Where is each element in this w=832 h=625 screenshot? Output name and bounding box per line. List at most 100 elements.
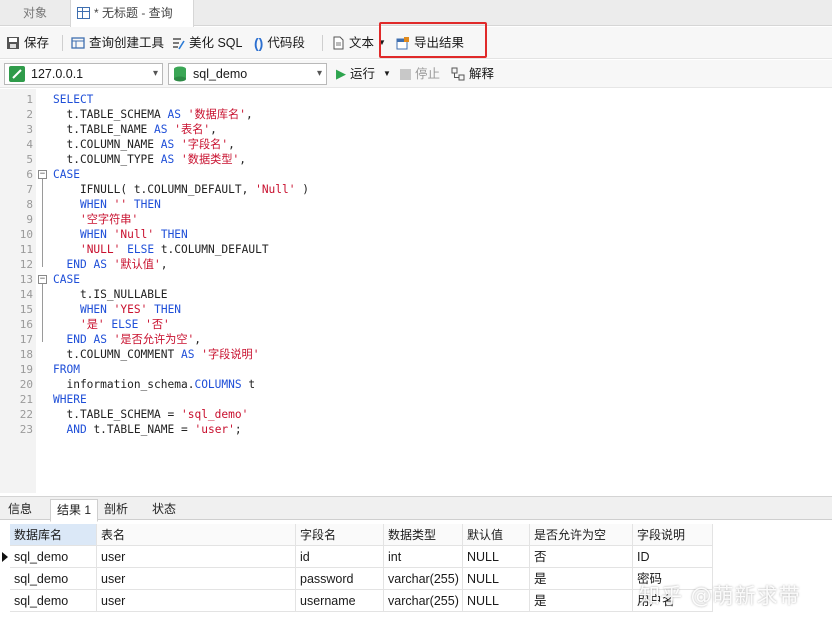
tab-info[interactable]: 信息 <box>2 499 38 521</box>
code-text: WHEN '' THEN <box>53 197 161 212</box>
sql-string: 'YES' <box>113 303 148 316</box>
table-cell[interactable]: password <box>296 568 384 590</box>
line-number: 12 <box>19 258 33 271</box>
sql-keyword: WHEN <box>79 303 107 316</box>
tab-objects[interactable]: 对象 <box>0 0 70 26</box>
connection-select[interactable]: 127.0.0.1 ▾ <box>4 63 163 85</box>
line-number: 3 <box>26 123 33 136</box>
stop-button[interactable]: 停止 <box>400 60 440 88</box>
table-cell[interactable]: varchar(255) <box>384 590 463 612</box>
table-cell[interactable]: sql_demo <box>10 590 97 612</box>
sql-string: '字段名' <box>181 138 229 151</box>
save-icon <box>7 37 19 49</box>
table-cell[interactable]: NULL <box>463 568 530 590</box>
header-row: 数据库名 表名 字段名 数据类型 默认值 是否允许为空 字段说明 <box>0 524 832 546</box>
table-cell[interactable]: id <box>296 546 384 568</box>
table-cell[interactable]: varchar(255) <box>384 568 463 590</box>
tab-status[interactable]: 状态 <box>146 499 182 521</box>
run-button[interactable]: ▶ 运行 ▼ <box>336 60 391 88</box>
line-number: 1 <box>26 93 33 106</box>
table-row[interactable]: sql_demo user id int NULL 否 ID <box>0 546 832 568</box>
sql-keyword: END <box>66 258 87 271</box>
table-cell[interactable]: 是 <box>530 568 633 590</box>
code-line: 3 t.TABLE_NAME AS '表名', <box>0 122 832 137</box>
query-builder-icon <box>71 37 85 49</box>
column-header[interactable]: 数据库名 <box>10 524 97 546</box>
tab-result-1[interactable]: 结果 1 <box>50 499 99 522</box>
save-button[interactable]: 保存 <box>6 27 49 59</box>
sql-string: '' <box>113 198 128 211</box>
column-header[interactable]: 数据类型 <box>384 524 463 546</box>
table-cell[interactable]: 是 <box>530 590 633 612</box>
table-cell[interactable]: user <box>97 546 296 568</box>
fold-toggle-icon[interactable]: − <box>38 275 47 284</box>
code-line: 15 WHEN 'YES' THEN <box>0 302 832 317</box>
table-cell[interactable]: int <box>384 546 463 568</box>
sql-string: 'Null' <box>113 228 155 241</box>
sql-text: t.TABLE_NAME = <box>86 423 195 436</box>
table-cell[interactable]: NULL <box>463 590 530 612</box>
line-number: 15 <box>19 303 33 316</box>
code-text: WHEN 'YES' THEN <box>53 302 181 317</box>
beautify-sql-button[interactable]: 美化 SQL <box>171 27 243 59</box>
beautify-icon <box>173 38 185 50</box>
code-text: t.TABLE_SCHEMA AS '数据库名', <box>53 107 252 122</box>
table-cell[interactable]: 否 <box>530 546 633 568</box>
code-text: t.TABLE_SCHEMA = 'sql_demo' <box>53 407 248 422</box>
column-header[interactable]: 字段说明 <box>633 524 713 546</box>
table-cell[interactable]: sql_demo <box>10 568 97 590</box>
code-line: 14 t.IS_NULLABLE <box>0 287 832 302</box>
table-cell[interactable]: NULL <box>463 546 530 568</box>
fold-toggle-icon[interactable]: − <box>38 170 47 179</box>
tab-query[interactable]: * 无标题 - 查询 <box>70 0 194 27</box>
snippet-button[interactable]: () 代码段 <box>254 27 305 59</box>
code-line: 7 IFNULL( t.COLUMN_DEFAULT, 'Null' ) <box>0 182 832 197</box>
text-button[interactable]: 文本 ▼ <box>331 27 386 59</box>
sql-keyword: THEN <box>133 198 161 211</box>
sql-keyword: COLUMNS <box>194 378 242 391</box>
toolbar-divider <box>322 35 323 51</box>
column-header[interactable]: 默认值 <box>463 524 530 546</box>
beautify-sql-label: 美化 SQL <box>189 36 243 50</box>
sql-text: t <box>241 378 256 391</box>
column-header[interactable]: 字段名 <box>296 524 384 546</box>
code-line: 17 END AS '是否允许为空', <box>0 332 832 347</box>
tab-profile[interactable]: 剖析 <box>98 499 134 521</box>
code-line: 20 information_schema.COLUMNS t <box>0 377 832 392</box>
table-cell[interactable]: ID <box>633 546 713 568</box>
sql-string: '是否允许为空' <box>113 333 195 346</box>
sql-text: information_schema. <box>53 378 195 391</box>
code-line: 2 t.TABLE_SCHEMA AS '数据库名', <box>0 107 832 122</box>
table-cell[interactable]: username <box>296 590 384 612</box>
dropdown-arrow-icon[interactable]: ▼ <box>383 60 391 88</box>
code-line: 9 '空字符串' <box>0 212 832 227</box>
explain-button[interactable]: 解释 <box>451 60 494 88</box>
column-header[interactable]: 表名 <box>97 524 296 546</box>
code-line: 10 WHEN 'Null' THEN <box>0 227 832 242</box>
sql-keyword: WHEN <box>79 228 107 241</box>
line-number: 6 <box>26 168 33 181</box>
sql-text: IFNULL( t.COLUMN_DEFAULT, <box>53 183 256 196</box>
table-cell[interactable]: user <box>97 568 296 590</box>
sql-string: '是' <box>79 318 105 331</box>
query-builder-button[interactable]: 查询创建工具 <box>71 27 164 59</box>
sql-editor[interactable]: 1 SELECT 2 t.TABLE_SCHEMA AS '数据库名', 3 t.TA… <box>0 89 832 493</box>
database-select[interactable]: sql_demo ▾ <box>168 63 327 85</box>
column-header[interactable]: 是否允许为空 <box>530 524 633 546</box>
database-icon <box>174 66 186 82</box>
sql-keyword: AS <box>180 348 195 361</box>
sql-text: , <box>228 138 235 151</box>
tab-query-label: * 无标题 - 查询 <box>94 6 173 20</box>
result-tabs: 信息 结果 1 剖析 状态 <box>0 496 832 522</box>
connection-host: 127.0.0.1 <box>31 67 84 81</box>
table-cell[interactable]: sql_demo <box>10 546 97 568</box>
table-cell[interactable]: user <box>97 590 296 612</box>
sql-text: t.IS_NULLABLE <box>53 288 168 301</box>
code-text: AND t.TABLE_NAME = 'user'; <box>53 422 241 437</box>
